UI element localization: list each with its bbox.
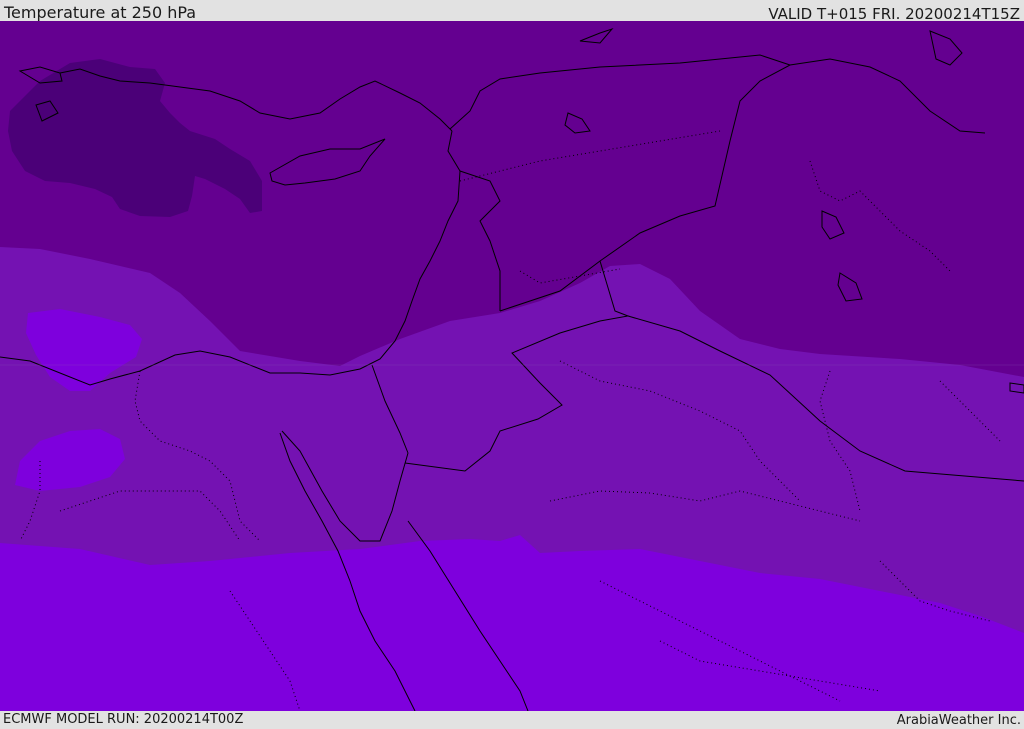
header-bar: Temperature at 250 hPa VALID T+015 FRI. … — [0, 0, 1024, 23]
model-run-label: ECMWF MODEL RUN: 20200214T00Z — [3, 712, 244, 727]
credit-label: ArabiaWeather Inc. — [896, 713, 1021, 728]
map-canvas[interactable] — [0, 21, 1024, 711]
map-title: Temperature at 250 hPa — [4, 3, 197, 22]
footer-bar: ECMWF MODEL RUN: 20200214T00Z ArabiaWeat… — [0, 711, 1024, 729]
map-viewer: Temperature at 250 hPa VALID T+015 FRI. … — [0, 0, 1024, 729]
temperature-map — [0, 21, 1024, 711]
